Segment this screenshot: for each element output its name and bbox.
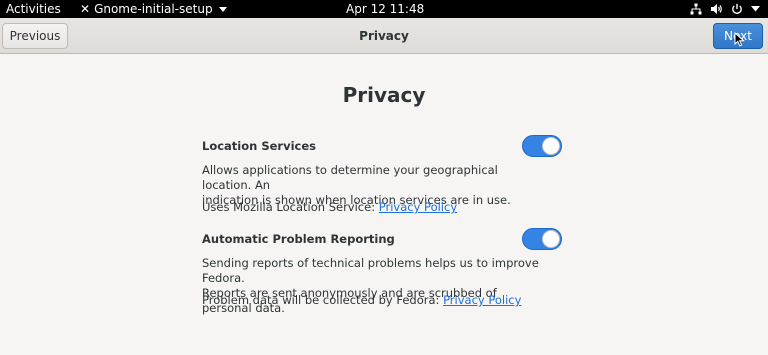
network-icon [690, 3, 702, 15]
clock[interactable]: Apr 12 11:48 [346, 2, 424, 16]
switch-knob [542, 137, 560, 155]
activities-button[interactable]: Activities [6, 2, 61, 16]
policy-prefix: Problem data will be collected by Fedora… [202, 293, 444, 307]
chevron-down-icon [218, 7, 227, 12]
problem-reporting-title: Automatic Problem Reporting [202, 232, 395, 246]
mouse-cursor-icon [734, 32, 745, 47]
app-icon: ✕ [80, 2, 91, 16]
switch-knob [542, 230, 560, 248]
desc-line: Allows applications to determine your ge… [202, 163, 498, 192]
problem-reporting-switch[interactable] [522, 228, 562, 250]
header-title: Privacy [359, 29, 409, 43]
reporting-policy-line: Problem data will be collected by Fedora… [202, 293, 521, 307]
volume-icon [711, 4, 722, 14]
power-icon [732, 3, 742, 15]
system-tray[interactable] [690, 0, 760, 18]
location-privacy-policy-link[interactable]: Privacy Policy [379, 200, 457, 214]
reporting-privacy-policy-link[interactable]: Privacy Policy [443, 293, 521, 307]
location-services-switch[interactable] [522, 135, 562, 157]
app-menu[interactable]: ✕ Gnome-initial-setup [80, 2, 227, 16]
policy-prefix: Uses Mozilla Location Service: [202, 200, 379, 214]
top-panel: Activities ✕ Gnome-initial-setup Apr 12 … [0, 0, 768, 18]
header-bar: Previous Privacy Next [0, 18, 768, 54]
desc-line: Sending reports of technical problems he… [202, 256, 539, 285]
chevron-down-icon [751, 6, 760, 12]
app-menu-label: Gnome-initial-setup [94, 2, 213, 16]
location-policy-line: Uses Mozilla Location Service: Privacy P… [202, 200, 457, 214]
page-title: Privacy [342, 83, 426, 107]
problem-reporting-description: Sending reports of technical problems he… [202, 256, 542, 316]
location-services-title: Location Services [202, 139, 316, 153]
